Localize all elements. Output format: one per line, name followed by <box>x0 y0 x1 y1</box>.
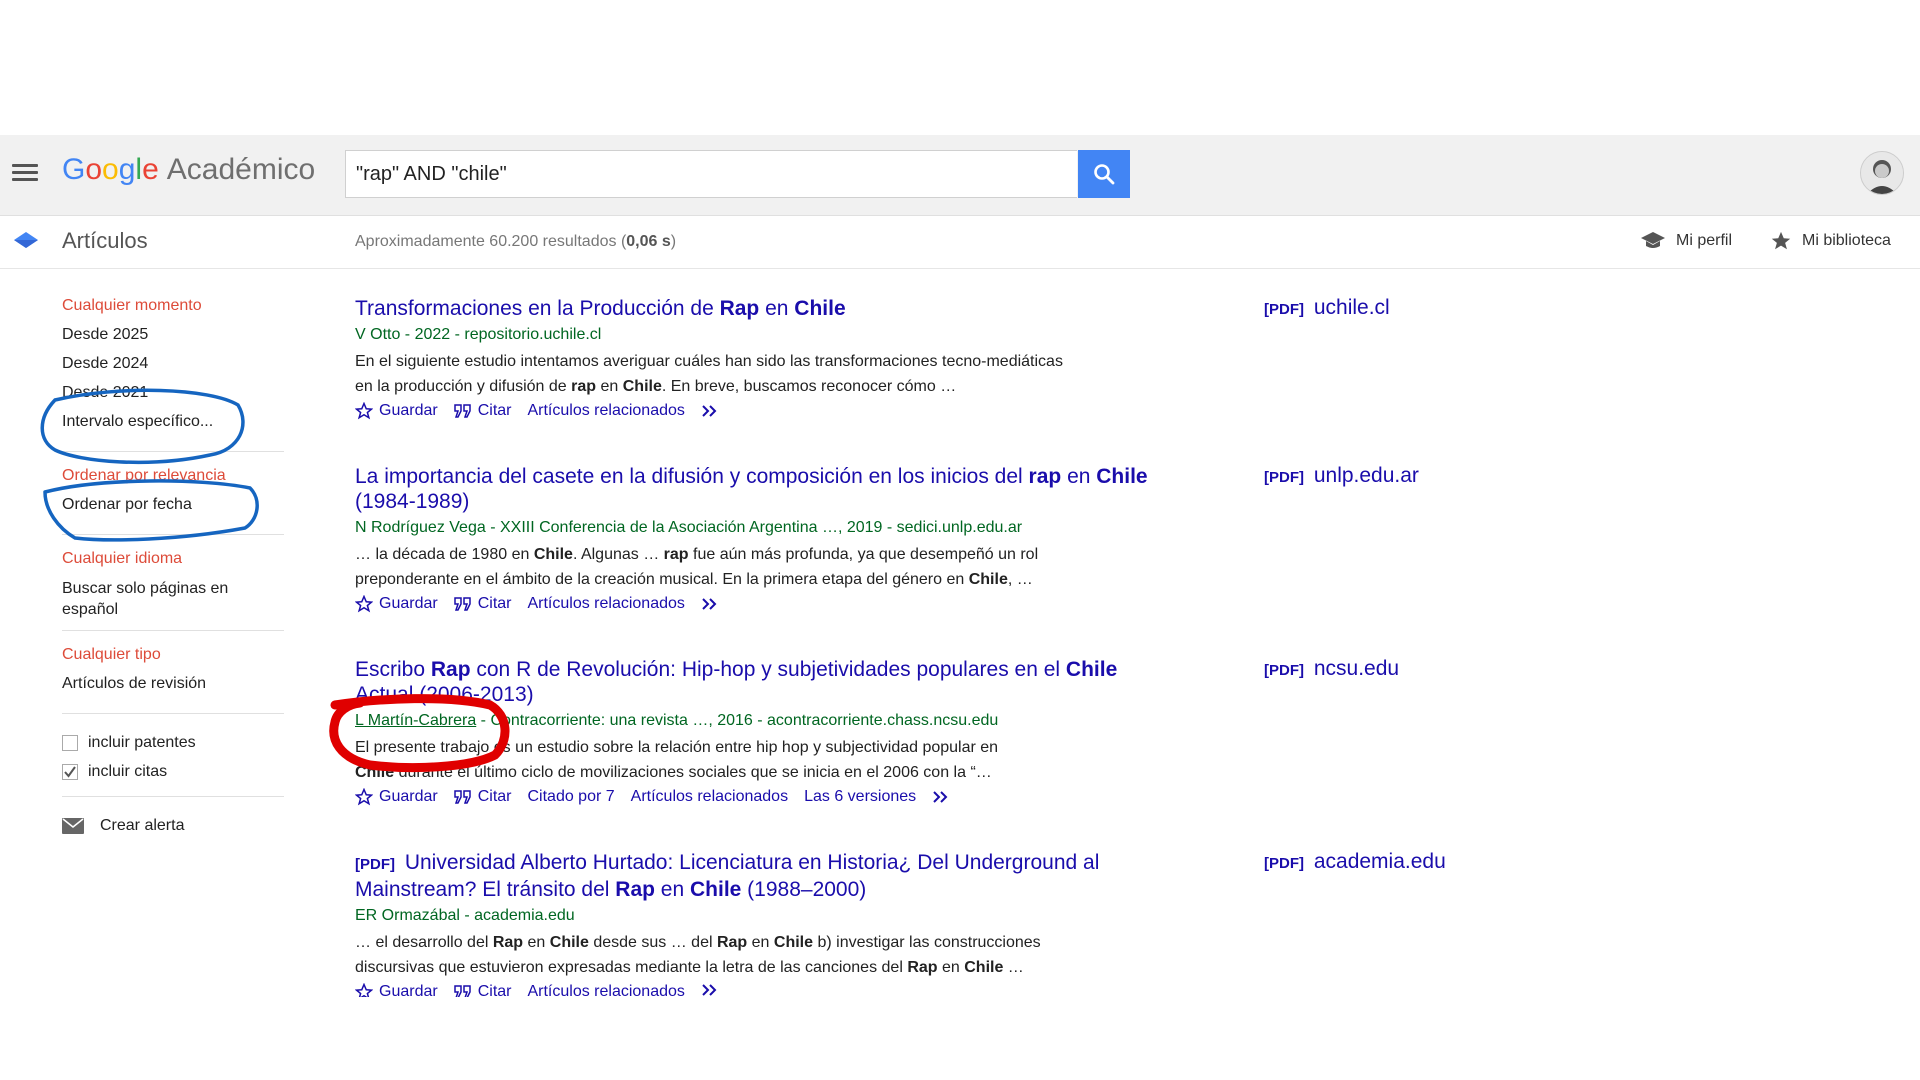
result-title-link[interactable]: La importancia del casete en la difusión… <box>355 464 1150 514</box>
more-options-icon[interactable] <box>932 790 952 804</box>
star-outline-icon <box>355 595 373 613</box>
cited-by-link[interactable]: Citado por 7 <box>527 788 614 806</box>
related-articles-link[interactable]: Artículos relacionados <box>527 983 684 997</box>
checkbox-unchecked-icon <box>62 734 78 751</box>
envelope-icon <box>62 817 84 834</box>
filter-spanish-only[interactable]: Buscar solo páginas en español <box>62 578 284 620</box>
search-button[interactable] <box>1078 150 1130 198</box>
graduation-cap-icon <box>1641 232 1665 248</box>
result-actions: Guardar Citar Artículos relacionados <box>355 402 1150 420</box>
filter-since-2024[interactable]: Desde 2024 <box>62 354 284 383</box>
include-citations-label: incluir citas <box>88 762 168 780</box>
filter-review-articles[interactable]: Artículos de revisión <box>62 674 284 703</box>
save-button[interactable]: Guardar <box>355 402 438 420</box>
quote-icon <box>453 790 471 804</box>
result-authors: ER Ormazábal - academia.edu <box>355 907 575 924</box>
quote-icon <box>453 985 471 997</box>
search-result: Escribo Rap con R de Revolución: Hip-hop… <box>355 657 1150 806</box>
filter-any-time[interactable]: Cualquier momento <box>62 296 284 325</box>
pdf-link[interactable]: [PDF] academia.edu <box>1264 850 1446 874</box>
sort-by-date[interactable]: Ordenar por fecha <box>62 495 284 524</box>
divider <box>62 713 284 714</box>
result-title-link[interactable]: [PDF] Universidad Alberto Hurtado: Licen… <box>355 850 1150 902</box>
logo-suffix: Académico <box>166 153 316 186</box>
cite-button[interactable]: Citar <box>453 788 511 806</box>
search-icon <box>1094 164 1115 185</box>
divider <box>62 534 284 535</box>
related-articles-link[interactable]: Artículos relacionados <box>631 788 788 806</box>
my-profile-button[interactable]: Mi perfil <box>1640 230 1732 252</box>
search-result: [PDF] Universidad Alberto Hurtado: Licen… <box>355 850 1150 997</box>
result-actions: Guardar Citar Artículos relacionados <box>355 595 1150 613</box>
result-authors: V Otto - 2022 - repositorio.uchile.cl <box>355 326 602 343</box>
more-options-icon[interactable] <box>701 597 721 611</box>
related-articles-link[interactable]: Artículos relacionados <box>527 402 684 420</box>
app-bar: Google Académico <box>0 135 1920 216</box>
result-actions: Guardar Citar Citado por 7 Artículos rel… <box>355 788 1150 806</box>
related-articles-link[interactable]: Artículos relacionados <box>527 595 684 613</box>
result-snippet: … el desarrollo del Rap en Chile desde s… <box>355 934 1041 976</box>
cite-button[interactable]: Citar <box>453 983 511 997</box>
pdf-link[interactable]: [PDF] unlp.edu.ar <box>1264 464 1419 488</box>
sub-bar: Artículos Aproximadamente 60.200 resulta… <box>0 216 1920 269</box>
search-box <box>345 150 1077 198</box>
cite-button[interactable]: Citar <box>453 595 511 613</box>
include-patents-checkbox[interactable]: incluir patentes <box>62 728 284 757</box>
result-title-link[interactable]: Escribo Rap con R de Revolución: Hip-hop… <box>355 657 1150 707</box>
filter-sidebar: Cualquier momento Desde 2025 Desde 2024 … <box>62 296 284 840</box>
cite-button[interactable]: Citar <box>453 402 511 420</box>
filter-any-language[interactable]: Cualquier idioma <box>62 549 284 578</box>
result-authors: N Rodríguez Vega - XXIII Conferencia de … <box>355 519 1023 536</box>
result-count: Aproximadamente 60.200 resultados (0,06 … <box>355 233 677 250</box>
more-options-icon[interactable] <box>701 404 721 418</box>
save-button[interactable]: Guardar <box>355 983 438 997</box>
star-outline-icon <box>355 983 373 997</box>
search-result: Transformaciones en la Producción de Rap… <box>355 296 1150 420</box>
my-library-label: Mi biblioteca <box>1802 232 1891 249</box>
avatar[interactable] <box>1860 151 1904 195</box>
filter-since-2025[interactable]: Desde 2025 <box>62 325 284 354</box>
divider <box>62 451 284 452</box>
search-result: La importancia del casete en la difusión… <box>355 464 1150 613</box>
include-patents-label: incluir patentes <box>88 733 196 751</box>
my-profile-label: Mi perfil <box>1676 232 1733 249</box>
star-outline-icon <box>355 788 373 806</box>
include-citations-checkbox[interactable]: incluir citas <box>62 757 284 786</box>
author-link[interactable]: L Martín-Cabrera <box>355 712 476 729</box>
checkbox-checked-icon <box>62 763 78 780</box>
filter-custom-range[interactable]: Intervalo específico... <box>62 412 284 441</box>
result-actions: Guardar Citar Artículos relacionados <box>355 983 1150 997</box>
more-options-icon[interactable] <box>701 983 721 997</box>
scholar-cap-icon <box>14 232 38 248</box>
sort-by-relevance[interactable]: Ordenar por relevancia <box>62 466 284 495</box>
result-snippet: … la década de 1980 en Chile. Algunas … … <box>355 546 1039 588</box>
divider <box>62 796 284 797</box>
create-alert-label: Crear alerta <box>100 816 185 834</box>
search-input[interactable] <box>346 151 1077 197</box>
pdf-tag: [PDF] <box>355 856 395 873</box>
hamburger-menu-icon[interactable] <box>12 160 40 188</box>
my-library-button[interactable]: Mi biblioteca <box>1770 230 1891 252</box>
star-filled-icon <box>1771 231 1791 250</box>
result-snippet: En el siguiente estudio intentamos averi… <box>355 353 1063 395</box>
star-outline-icon <box>355 402 373 420</box>
filter-since-2021[interactable]: Desde 2021 <box>62 383 284 412</box>
quote-icon <box>453 404 471 418</box>
result-authors: L Martín-Cabrera - Contracorriente: una … <box>355 712 999 729</box>
versions-link[interactable]: Las 6 versiones <box>804 788 916 806</box>
pdf-link[interactable]: [PDF] ncsu.edu <box>1264 657 1399 681</box>
quote-icon <box>453 597 471 611</box>
result-title-link[interactable]: Transformaciones en la Producción de Rap… <box>355 296 1150 321</box>
pdf-link[interactable]: [PDF] uchile.cl <box>1264 296 1390 320</box>
create-alert-button[interactable]: Crear alerta <box>62 811 284 840</box>
save-button[interactable]: Guardar <box>355 788 438 806</box>
save-button[interactable]: Guardar <box>355 595 438 613</box>
divider <box>62 630 284 631</box>
filter-any-type[interactable]: Cualquier tipo <box>62 645 284 674</box>
google-scholar-logo[interactable]: Google Académico <box>62 153 315 187</box>
result-snippet: El presente trabajo es un estudio sobre … <box>355 739 999 781</box>
section-label: Artículos <box>62 228 148 253</box>
